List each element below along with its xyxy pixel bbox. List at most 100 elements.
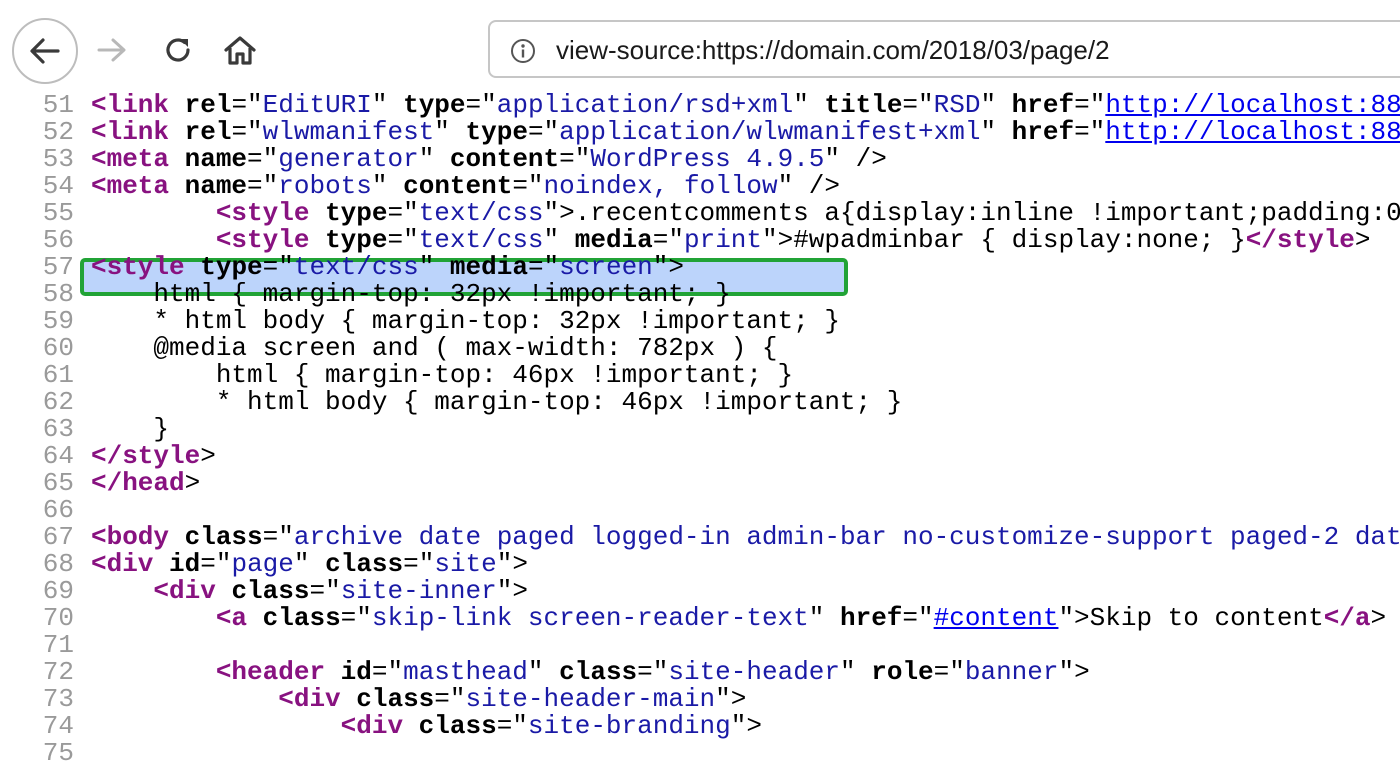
source-text: ">.recentcomments a{display:inline !impo…	[543, 198, 1400, 228]
reload-icon	[166, 38, 190, 62]
source-attr-name: media	[574, 225, 653, 255]
source-text: ">	[1058, 657, 1090, 687]
home-button[interactable]	[220, 30, 260, 70]
source-attr-name: name	[184, 144, 248, 174]
source-link[interactable]: http://localhost:88	[1105, 117, 1400, 147]
back-button[interactable]	[12, 18, 78, 84]
source-text: ="	[262, 522, 294, 552]
source-text	[169, 171, 185, 201]
source-line: 74 <div class="site-branding">	[0, 713, 1400, 740]
source-line: 73 <div class="site-header-main">	[0, 686, 1400, 713]
source-text: ">#wpadminbar { display:none; }	[762, 225, 1246, 255]
source-tag: </head	[91, 468, 185, 498]
line-number: 52	[42, 117, 74, 147]
source-tag: <div	[153, 576, 216, 606]
source-text: ">	[496, 576, 528, 606]
line-number: 64	[42, 441, 74, 471]
source-tag: <div	[340, 711, 404, 741]
line-code: </style>	[91, 443, 216, 470]
source-text	[247, 603, 263, 633]
forward-button[interactable]	[92, 30, 132, 70]
source-text: >	[1354, 225, 1371, 255]
line-code: <div class="site-branding">	[91, 713, 762, 740]
line-code: </head>	[91, 470, 200, 497]
source-attr-value: site	[434, 549, 497, 579]
source-text: ="	[527, 252, 560, 282]
source-attr-value: EditURI	[262, 92, 372, 120]
source-attr-name: href	[1011, 92, 1075, 120]
source-attr-value: skip-link screen-reader-text	[371, 603, 809, 633]
source-link[interactable]: http://localhost:88	[1105, 92, 1400, 120]
source-text: html { margin-top: 32px !important; }	[153, 279, 731, 309]
source-line: 68 <div id="page" class="site">	[0, 551, 1400, 578]
source-text	[169, 117, 185, 147]
source-line: 72 <header id="masthead" class="site-hea…	[0, 659, 1400, 686]
source-text	[325, 657, 341, 687]
source-text: "	[543, 225, 575, 255]
source-text: "	[808, 603, 840, 633]
source-line: 63 }	[0, 416, 1400, 443]
line-number: 51	[42, 92, 74, 120]
source-text: ="	[1074, 92, 1106, 120]
line-code: @media screen and ( max-width: 782px ) {	[91, 333, 778, 363]
source-text: @media screen and ( max-width: 782px ) {	[153, 333, 778, 363]
source-attr-value: application/wlwmanifest+xml	[559, 117, 981, 147]
line-code: <style type="text/css" media="print">#wp…	[91, 227, 1371, 254]
line-code: html { margin-top: 46px !important; }	[91, 362, 793, 389]
source-attr-value: text/css	[293, 252, 419, 282]
source-attr-value: screen	[559, 252, 653, 282]
source-text: "	[980, 92, 1012, 120]
line-number: 60	[42, 333, 74, 363]
info-icon[interactable]	[510, 38, 536, 64]
source-line: 55 <style type="text/css">.recentcomment…	[0, 200, 1400, 227]
source-line: 59 * html body { margin-top: 32px !impor…	[0, 308, 1400, 335]
source-line: 52 <link rel="wlwmanifest" type="applicat…	[0, 119, 1400, 146]
line-number: 68	[42, 549, 74, 579]
line-number: 59	[42, 306, 74, 336]
source-text: ="	[434, 684, 466, 714]
source-attr-name: class	[325, 549, 404, 579]
source-tag: <a	[215, 603, 248, 633]
source-view: 51 <link rel="EditURI" type="application/…	[0, 92, 1400, 761]
source-text: "	[371, 171, 404, 201]
line-number: 74	[42, 711, 74, 741]
line-code: <body class="archive date paged logged-i…	[91, 524, 1400, 551]
source-attr-name: name	[184, 171, 248, 201]
source-line: 75	[0, 740, 1400, 761]
line-number: 65	[42, 468, 74, 498]
source-text: "	[371, 92, 404, 120]
source-text: "	[434, 117, 466, 147]
line-code: }	[91, 416, 169, 443]
source-text	[341, 684, 357, 714]
source-text: ">	[730, 711, 762, 741]
line-number: 63	[42, 414, 74, 444]
source-attr-name: content	[403, 171, 513, 201]
source-text: * html body { margin-top: 46px !importan…	[215, 387, 903, 417]
source-line: 70 <a class="skip-link screen-reader-tex…	[0, 605, 1400, 632]
url-text[interactable]: view-source:https://domain.com/2018/03/p…	[556, 34, 1110, 66]
source-text: ">	[715, 684, 747, 714]
source-attr-name: id	[340, 657, 372, 687]
source-text	[169, 522, 185, 552]
source-line: 62 * html body { margin-top: 46px !impor…	[0, 389, 1400, 416]
line-number: 53	[42, 144, 74, 174]
line-number: 55	[42, 198, 74, 228]
line-code: <meta name="robots" content="noindex, fo…	[91, 173, 840, 200]
url-bar[interactable]: view-source:https://domain.com/2018/03/p…	[488, 20, 1400, 78]
line-code: * html body { margin-top: 46px !importan…	[91, 387, 903, 417]
line-code: <meta name="generator" content="WordPres…	[91, 146, 887, 173]
reload-button[interactable]	[158, 30, 198, 70]
source-attr-name: title	[824, 92, 903, 120]
source-tag: <body	[91, 522, 170, 552]
source-link[interactable]: #content	[934, 603, 1059, 633]
line-number: 54	[42, 171, 74, 201]
source-attr-name: role	[871, 657, 934, 687]
source-attr-name: type	[325, 198, 388, 228]
source-text: ="	[512, 171, 544, 201]
